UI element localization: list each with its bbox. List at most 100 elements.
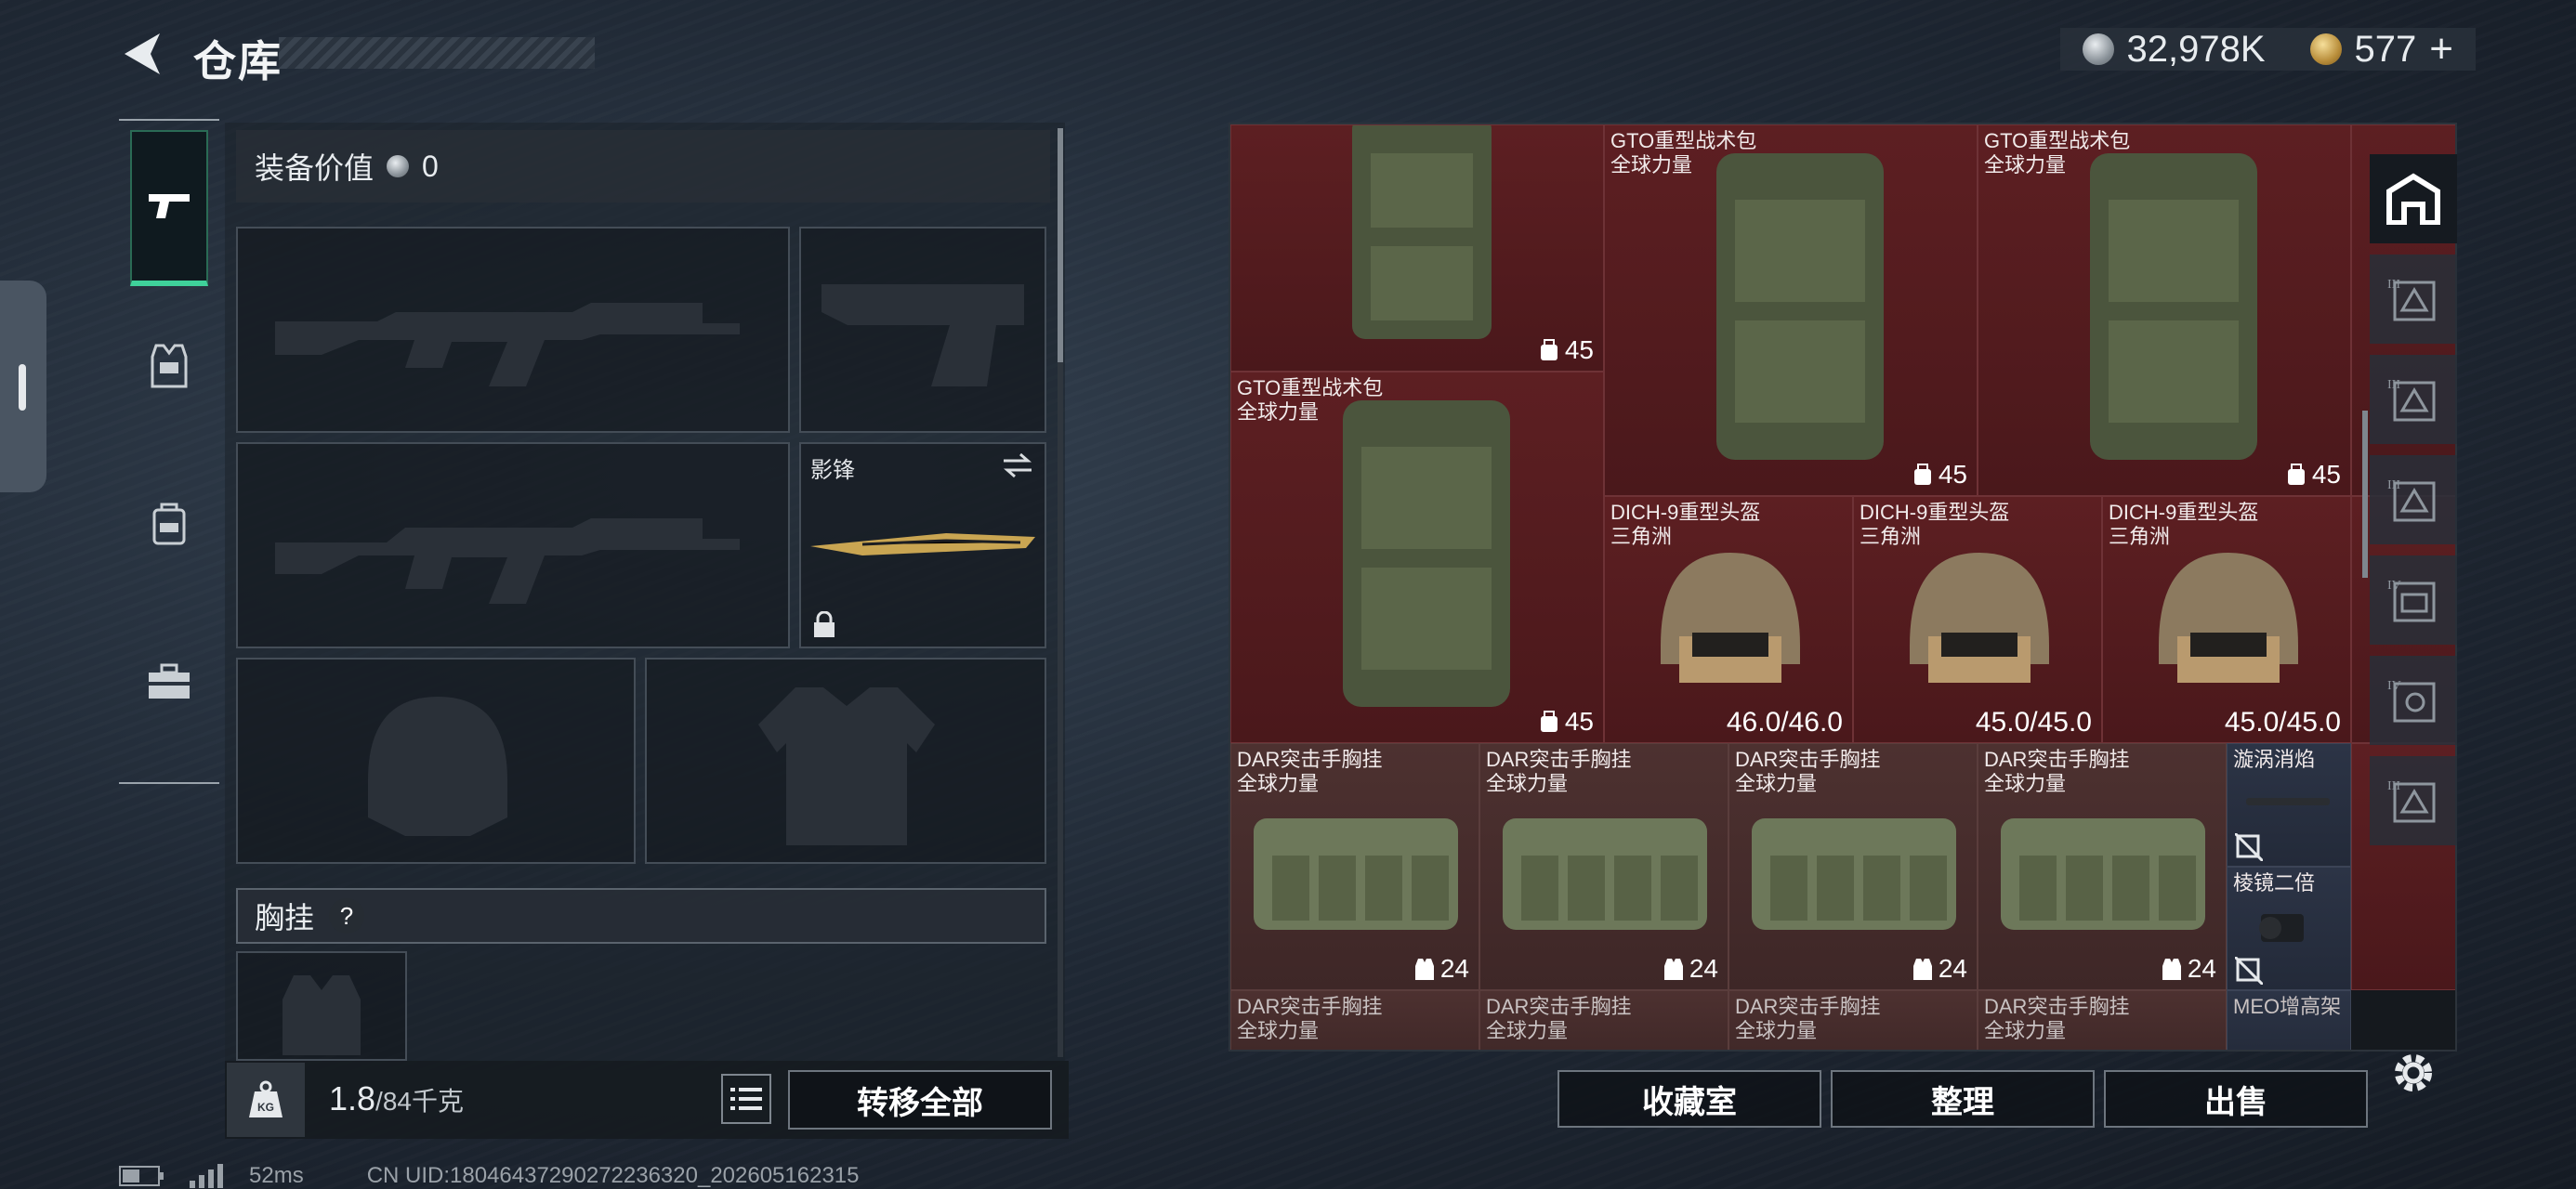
item-name: 棱镜二倍 xyxy=(2233,871,2316,895)
chest-rig-image xyxy=(1752,818,1956,930)
armor-slot[interactable] xyxy=(645,658,1046,864)
item-count: 24 xyxy=(1663,954,1718,984)
nav-case[interactable] xyxy=(130,604,208,760)
item-name: DAR突击手胸挂 全球力量 xyxy=(1735,748,1881,795)
stash-item[interactable]: DAR突击手胸挂 全球力量 xyxy=(1479,990,1728,1050)
unlinked-icon xyxy=(2235,833,2263,861)
nav-weapons[interactable] xyxy=(130,130,208,286)
lock-icon xyxy=(814,611,835,637)
page-title: 仓库 xyxy=(193,37,283,85)
weight-current: 1.8 xyxy=(329,1079,376,1117)
stash-item[interactable]: DICH-9重型头盔 三角洲 45.0/45.0 xyxy=(1853,496,2102,743)
stash-item[interactable]: DAR突击手胸挂 全球力量 24 xyxy=(1728,743,1978,990)
stash-item[interactable]: DICH-9重型头盔 三角洲 45.0/45.0 xyxy=(2102,496,2351,743)
unlinked-icon xyxy=(2235,957,2263,985)
stash-tab-5[interactable]: IV xyxy=(2370,656,2457,745)
stash-item[interactable]: 45 xyxy=(1230,124,1604,372)
nav-backpack[interactable] xyxy=(130,446,208,602)
gear-icon xyxy=(2395,1054,2432,1091)
stash-item[interactable]: MEO增高架 xyxy=(2227,990,2351,1050)
item-name: DAR突击手胸挂 全球力量 xyxy=(1486,995,1632,1042)
chest-rig-label: 胸挂 xyxy=(255,901,315,934)
stash-grid: 45 GTO重型战术包 全球力量 45 GTO重型战术包 全球力量 45 GTO重型… xyxy=(1229,123,2457,1052)
collection-room-button[interactable]: 收藏室 xyxy=(1557,1070,1821,1128)
swap-icon[interactable] xyxy=(1002,451,1033,479)
equipment-value-bar: 装备价值 0 xyxy=(236,130,1050,203)
pistol-slot[interactable] xyxy=(799,227,1046,433)
vest-icon xyxy=(1663,959,1683,980)
item-count: 24 xyxy=(1912,954,1967,984)
secondary-weapon-slot[interactable] xyxy=(236,442,790,648)
backpack-icon xyxy=(152,503,186,545)
backpack-icon xyxy=(1913,464,1931,485)
stash-tab-3[interactable]: III xyxy=(2370,455,2457,544)
stash-item[interactable]: DICH-9重型头盔 三角洲 46.0/46.0 xyxy=(1604,496,1853,743)
briefcase-icon xyxy=(149,663,190,699)
stash-scrollbar[interactable] xyxy=(2362,411,2368,578)
melee-slot[interactable]: 影锋 xyxy=(799,442,1046,648)
stash-item[interactable]: GTO重型战术包 全球力量 45 xyxy=(1230,372,1604,743)
list-view-button[interactable] xyxy=(721,1074,771,1124)
primary-weapon-slot[interactable] xyxy=(236,227,790,433)
settings-button[interactable] xyxy=(2383,1042,2444,1104)
vest-icon xyxy=(1912,959,1932,980)
stash-tab-4[interactable]: IV xyxy=(2370,555,2457,645)
helmet-slot[interactable] xyxy=(236,658,636,864)
item-durability: 45.0/45.0 xyxy=(1975,707,2092,738)
weight-icon: KG xyxy=(227,1063,305,1137)
helmet-image xyxy=(1661,553,1800,683)
stash-item[interactable]: GTO重型战术包 全球力量 45 xyxy=(1978,124,2351,496)
chest-rig-image xyxy=(1254,818,1458,930)
vest-icon xyxy=(151,344,188,388)
back-button[interactable] xyxy=(119,30,165,78)
stash-tab-2[interactable]: III xyxy=(2370,355,2457,444)
gold-coin-icon xyxy=(2309,33,2342,65)
item-name: 漩涡消焰 xyxy=(2233,748,2316,771)
stash-tab-all[interactable] xyxy=(2370,154,2457,243)
scope-image xyxy=(2259,914,2304,942)
muzzle-image xyxy=(2246,798,2330,805)
help-icon[interactable]: ? xyxy=(329,898,365,934)
nav-gear[interactable] xyxy=(130,288,208,444)
currency-bar: 32,978K 577 + xyxy=(2059,26,2476,72)
stash-tab-6[interactable]: III xyxy=(2370,756,2457,845)
list-icon xyxy=(730,1088,762,1110)
item-count: 45 xyxy=(2286,460,2341,490)
helmet-image xyxy=(2159,553,2298,683)
transfer-all-button[interactable]: 转移全部 xyxy=(788,1070,1052,1130)
equipment-value-label: 装备价值 xyxy=(255,151,375,185)
stash-item[interactable]: GTO重型战术包 全球力量 45 xyxy=(1604,124,1978,496)
item-durability: 46.0/46.0 xyxy=(1726,707,1843,738)
battery-icon xyxy=(119,1166,164,1186)
stash-tier-icon: III xyxy=(2387,378,2436,422)
status-bar: 52ms CN UID:18046437290272236320_2026051… xyxy=(119,1163,860,1189)
chest-rig-slot[interactable] xyxy=(236,951,407,1061)
organize-button[interactable]: 整理 xyxy=(1831,1070,2095,1128)
item-count: 45 xyxy=(1539,335,1594,365)
equipment-scrollbar[interactable] xyxy=(1058,128,1063,1057)
stash-item[interactable]: DAR突击手胸挂 全球力量 24 xyxy=(1230,743,1479,990)
add-gold-button[interactable]: + xyxy=(2429,26,2453,72)
stash-item[interactable]: 漩涡消焰 xyxy=(2227,743,2351,867)
weight-max: /84千克 xyxy=(375,1087,464,1116)
side-handle[interactable] xyxy=(0,281,46,492)
item-name: DICH-9重型头盔 三角洲 xyxy=(1860,501,2010,548)
stash-tier-icon: IV xyxy=(2387,579,2436,622)
armor-silhouette-icon xyxy=(758,687,935,845)
latency: 52ms xyxy=(249,1163,304,1188)
stash-item[interactable]: DAR突击手胸挂 全球力量 xyxy=(1978,990,2227,1050)
item-count: 45 xyxy=(1912,460,1967,490)
stash-tab-1[interactable]: III xyxy=(2370,255,2457,344)
stash-item[interactable]: 棱镜二倍 xyxy=(2227,867,2351,990)
stash-item[interactable]: DAR突击手胸挂 全球力量 xyxy=(1230,990,1479,1050)
item-count: 45 xyxy=(1539,707,1594,737)
stash-item[interactable]: DAR突击手胸挂 全球力量 xyxy=(1728,990,1978,1050)
chest-rig-bar: 胸挂 ? xyxy=(236,888,1046,944)
item-name: DAR突击手胸挂 全球力量 xyxy=(1735,995,1881,1042)
silver-coin-icon xyxy=(387,155,410,177)
stash-item[interactable]: DAR突击手胸挂 全球力量 24 xyxy=(1978,743,2227,990)
item-durability: 45.0/45.0 xyxy=(2224,707,2341,738)
stash-item[interactable]: DAR突击手胸挂 全球力量 24 xyxy=(1479,743,1728,990)
pistol-silhouette-icon xyxy=(821,284,1024,386)
sell-button[interactable]: 出售 xyxy=(2104,1070,2368,1128)
